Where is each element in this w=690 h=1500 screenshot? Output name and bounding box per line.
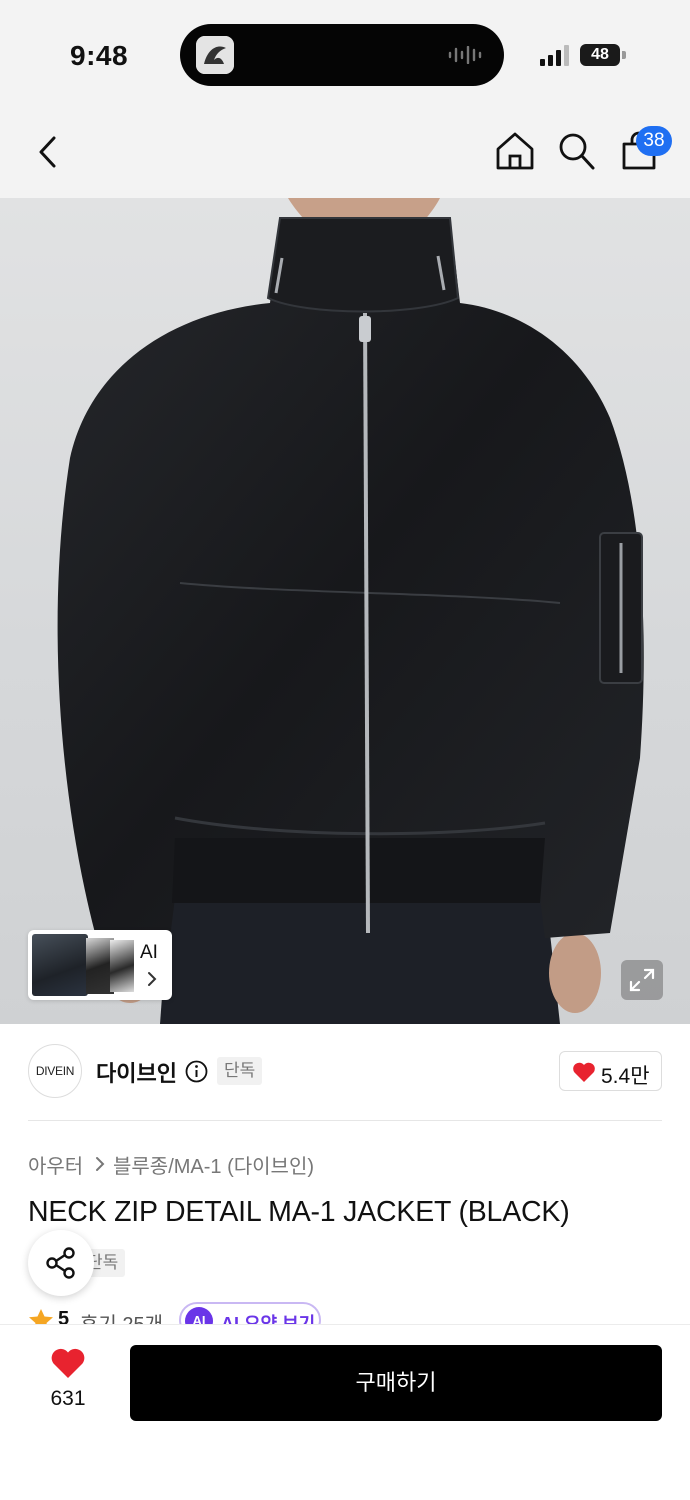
home-icon[interactable] — [494, 130, 536, 172]
thumbnail-image — [110, 940, 134, 992]
product-title: NECK ZIP DETAIL MA-1 JACKET (BLACK) — [28, 1196, 570, 1228]
brand-like-button[interactable]: 5.4만 — [559, 1051, 662, 1091]
share-button[interactable] — [28, 1230, 94, 1296]
battery-level: 48 — [580, 44, 620, 66]
top-nav-bar — [0, 110, 690, 198]
wishlist-button[interactable]: 631 — [28, 1347, 108, 1417]
thumbnail-image — [32, 934, 88, 996]
exclusive-tag: 단독 — [217, 1057, 263, 1085]
star-icon — [29, 1309, 53, 1324]
cellular-signal-icon — [540, 45, 569, 66]
status-bar: 9:48 48 — [0, 0, 690, 110]
back-arrow-icon[interactable] — [32, 132, 66, 172]
jacket-photo — [57, 198, 644, 1024]
chevron-right-icon — [96, 1157, 105, 1171]
audio-wave-icon — [448, 46, 482, 64]
share-icon — [46, 1247, 75, 1279]
search-icon[interactable] — [556, 130, 596, 172]
brand-logo[interactable]: DIVEIN — [28, 1044, 82, 1098]
brand-name[interactable]: 다이브인 — [96, 1056, 177, 1088]
breadcrumb-category[interactable]: 아우터 — [28, 1150, 83, 1179]
product-image[interactable] — [0, 198, 690, 1024]
expand-image-button[interactable] — [621, 960, 663, 1000]
heart-icon — [51, 1348, 85, 1378]
ai-summary-label: AI 요약 보기 — [221, 1314, 316, 1324]
thumbnail-ai-label: AI — [140, 942, 158, 963]
brand-like-count: 5.4만 — [601, 1065, 650, 1088]
dynamic-island — [180, 24, 504, 86]
ai-badge-icon: AI — [185, 1307, 213, 1324]
review-count-link[interactable]: 후기 25개 — [80, 1308, 163, 1324]
info-icon[interactable] — [185, 1060, 208, 1083]
breadcrumb-subcategory[interactable]: 블루종/MA-1 (다이브인) — [113, 1150, 314, 1179]
battery-icon: 48 — [580, 44, 626, 66]
buy-button[interactable]: 구매하기 — [130, 1345, 662, 1421]
status-time: 9:48 — [70, 40, 129, 71]
ai-summary-button[interactable]: AI AI 요약 보기 — [179, 1302, 321, 1324]
now-playing-app-icon — [196, 36, 234, 74]
bottom-action-bar: 631 구매하기 — [0, 1324, 690, 1500]
expand-icon — [629, 968, 655, 992]
divider — [28, 1120, 662, 1121]
chevron-right-icon — [148, 972, 157, 986]
cart-count-badge: 38 — [636, 126, 672, 156]
heart-icon — [573, 1062, 595, 1082]
rating-value: 5 — [58, 1308, 70, 1324]
wishlist-count: 631 — [50, 1387, 86, 1410]
rating-row: 5 후기 25개 AI AI 요약 보기 — [28, 1302, 690, 1324]
ai-lookbook-thumbnail[interactable]: AI — [28, 930, 172, 1000]
